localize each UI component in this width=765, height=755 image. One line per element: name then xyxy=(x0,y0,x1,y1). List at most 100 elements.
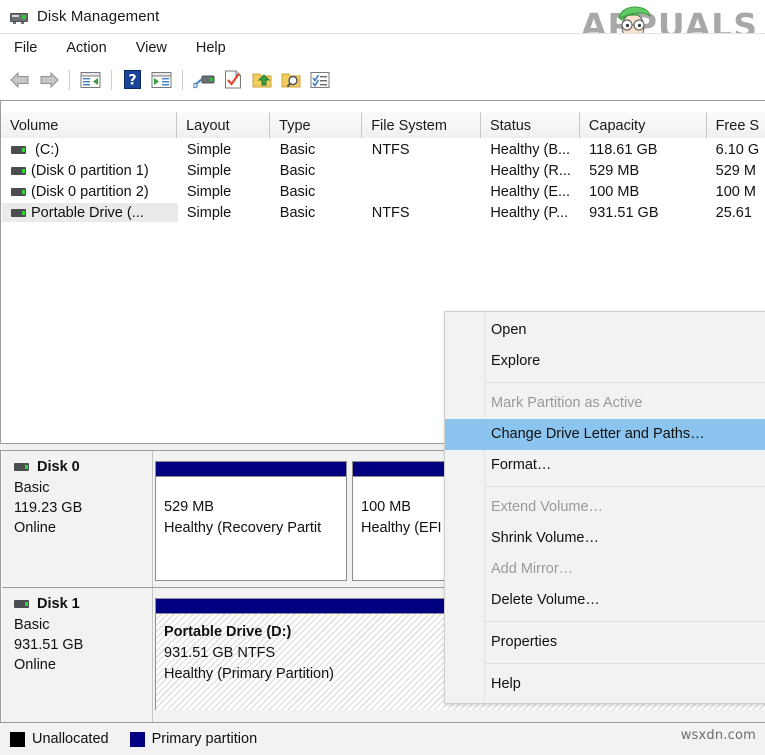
cell-free-space: 100 M xyxy=(715,183,756,200)
context-menu-item-delete-volume[interactable]: Delete Volume… xyxy=(445,585,765,616)
cell-file-system: NTFS xyxy=(371,141,410,158)
drive-icon xyxy=(11,208,26,217)
table-row[interactable]: Portable Drive (... Simple Basic NTFS He… xyxy=(2,202,765,223)
cell-status: Healthy (R... xyxy=(490,162,571,179)
disk-info-0[interactable]: Disk 0 Basic 119.23 GB Online xyxy=(2,451,153,587)
cell-type: Basic xyxy=(279,204,316,221)
context-menu-item-properties[interactable]: Properties xyxy=(445,627,765,658)
cell-capacity: 529 MB xyxy=(589,162,640,179)
cell-capacity: 931.51 GB xyxy=(589,204,659,221)
context-menu-item-shrink-volume[interactable]: Shrink Volume… xyxy=(445,523,765,554)
cell-volume: Portable Drive (... xyxy=(2,203,178,222)
disk-title-0: Disk 0 xyxy=(14,459,152,475)
context-menu-item-mark-partition-as-active: Mark Partition as Active xyxy=(491,395,643,411)
disk-name: Disk 0 xyxy=(37,459,80,475)
disk-info-1[interactable]: Disk 1 Basic 931.51 GB Online xyxy=(2,588,153,722)
disk-name: Disk 1 xyxy=(37,596,80,612)
legend-swatch-unallocated xyxy=(10,731,25,747)
column-header-type[interactable]: Type xyxy=(270,112,363,138)
menu-item-help[interactable]: Help xyxy=(192,38,240,59)
menu-item-action[interactable]: Action xyxy=(62,38,120,59)
context-menu: Open Explore Mark Partition as Active Ch… xyxy=(444,311,765,704)
context-menu-item-format[interactable]: Format… xyxy=(445,450,765,481)
toolbar-separator xyxy=(111,69,112,90)
disk-state: Online xyxy=(14,520,56,536)
back-arrow-icon[interactable] xyxy=(6,67,33,93)
partition-block[interactable]: 529 MB Healthy (Recovery Partit xyxy=(155,461,347,581)
partition-size: 529 MB xyxy=(164,499,214,515)
context-menu-item-extend-volume: Extend Volume… xyxy=(491,499,604,515)
partition-body: 529 MB Healthy (Recovery Partit xyxy=(156,477,346,581)
drive-icon xyxy=(11,166,26,175)
disk-drive-icon xyxy=(10,9,28,24)
disk-properties-icon[interactable] xyxy=(190,67,217,93)
legend-label-unallocated: Unallocated xyxy=(32,731,109,747)
help-icon[interactable]: ? xyxy=(119,67,146,93)
column-header-file-system[interactable]: File System xyxy=(362,112,481,138)
column-header-status[interactable]: Status xyxy=(480,112,580,138)
context-menu-item-open[interactable]: Open xyxy=(445,315,765,346)
legend-label-primary-partition: Primary partition xyxy=(151,731,258,747)
context-menu-separator xyxy=(485,663,765,664)
disk-state: Online xyxy=(14,657,56,673)
cell-layout: Simple xyxy=(186,162,232,179)
context-menu-separator xyxy=(485,486,765,487)
cell-capacity: 100 MB xyxy=(589,183,640,200)
volume-list-rows: (C:) Simple Basic NTFS Healthy (B... 118… xyxy=(2,139,765,223)
cell-file-system xyxy=(363,181,482,202)
disk-management-window: Disk Management APPUALS File Action View… xyxy=(0,0,765,755)
forward-arrow-icon[interactable] xyxy=(35,67,62,93)
cell-free-space: 25.61 xyxy=(715,204,752,221)
disk-size: 119.23 GB xyxy=(14,500,83,516)
drive-icon xyxy=(14,463,29,471)
cell-type: Basic xyxy=(279,183,316,200)
cell-status: Healthy (B... xyxy=(490,141,571,158)
volume-label: Portable Drive (... xyxy=(31,204,144,221)
rescan-disks-icon[interactable] xyxy=(219,67,246,93)
export-list-icon[interactable] xyxy=(248,67,275,93)
cell-file-system: NTFS xyxy=(371,204,410,221)
cell-layout: Simple xyxy=(186,141,232,158)
context-menu-separator xyxy=(485,382,765,383)
context-menu-separator xyxy=(485,621,765,622)
menu-item-view[interactable]: View xyxy=(132,38,181,59)
toolbar-separator xyxy=(69,69,70,90)
context-menu-item-help[interactable]: Help xyxy=(445,669,765,700)
svg-text:?: ? xyxy=(128,73,136,89)
show-hide-action-pane-icon[interactable] xyxy=(148,67,175,93)
legend-swatch-primary-partition xyxy=(129,731,145,747)
table-row[interactable]: (Disk 0 partition 2) Simple Basic Health… xyxy=(2,181,765,202)
toolbar-separator xyxy=(182,69,183,90)
cell-type: Basic xyxy=(279,162,316,179)
disk-type: Basic xyxy=(14,617,50,633)
table-row[interactable]: (C:) Simple Basic NTFS Healthy (B... 118… xyxy=(2,139,765,160)
cell-free-space: 529 M xyxy=(715,162,756,179)
context-menu-item-change-drive-letter-and-paths[interactable]: Change Drive Letter and Paths… xyxy=(445,419,765,450)
title-bar: Disk Management xyxy=(0,0,765,33)
partition-capacity-bar xyxy=(156,462,346,477)
column-header-free-space[interactable]: Free S xyxy=(706,112,765,138)
wsxdn-watermark: wsxdn.com xyxy=(680,728,756,743)
cell-volume: (Disk 0 partition 1) xyxy=(2,161,178,180)
context-menu-item-explore[interactable]: Explore xyxy=(445,346,765,377)
column-header-capacity[interactable]: Capacity xyxy=(579,112,707,138)
window-title: Disk Management xyxy=(37,8,160,25)
column-header-volume[interactable]: Volume xyxy=(1,112,178,138)
cell-type: Basic xyxy=(279,141,316,158)
cell-status: Healthy (E... xyxy=(490,183,571,200)
cell-status: Healthy (P... xyxy=(490,204,569,221)
menu-item-file[interactable]: File xyxy=(10,38,51,59)
volume-label: (Disk 0 partition 1) xyxy=(31,162,149,179)
show-hide-console-tree-icon[interactable] xyxy=(77,67,104,93)
partition-status: Healthy (Recovery Partit xyxy=(164,520,322,536)
table-row[interactable]: (Disk 0 partition 1) Simple Basic Health… xyxy=(2,160,765,181)
checklist-icon[interactable] xyxy=(306,67,333,93)
volume-label: (Disk 0 partition 2) xyxy=(31,183,149,200)
context-menu-item-add-mirror: Add Mirror… xyxy=(491,561,574,577)
column-header-layout[interactable]: Layout xyxy=(177,112,271,138)
volume-label: (C:) xyxy=(35,141,60,158)
drive-icon xyxy=(14,600,29,608)
disk-type: Basic xyxy=(14,480,50,496)
search-folder-icon[interactable] xyxy=(277,67,304,93)
cell-layout: Simple xyxy=(186,183,232,200)
